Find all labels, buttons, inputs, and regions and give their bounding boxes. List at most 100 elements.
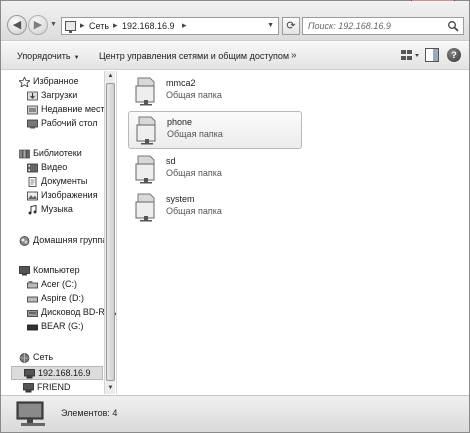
help-button[interactable]: ? bbox=[447, 48, 461, 62]
breadcrumb-separator[interactable]: ▸ bbox=[80, 20, 85, 31]
nav-item-video[interactable]: Видео bbox=[27, 161, 105, 175]
network-location-icon bbox=[65, 21, 76, 33]
nav-item-pictures[interactable]: Изображения bbox=[27, 189, 105, 203]
nav-item-label: Недавние места bbox=[41, 104, 110, 114]
nav-libraries[interactable]: Библиотеки bbox=[19, 147, 103, 161]
help-icon: ? bbox=[451, 50, 457, 60]
hard-drive-icon bbox=[27, 296, 38, 303]
nav-item-desktop[interactable]: Рабочий стол bbox=[27, 117, 105, 131]
desktop-icon bbox=[27, 119, 38, 129]
folder-type: Общая папка bbox=[167, 129, 223, 139]
music-icon bbox=[28, 205, 37, 215]
nav-item-label: Видео bbox=[41, 162, 68, 172]
shared-folder-icon bbox=[135, 77, 155, 106]
nav-item-label: Acer (C:) bbox=[41, 279, 77, 289]
recent-places-icon bbox=[27, 105, 38, 115]
libraries-icon bbox=[19, 149, 30, 159]
shared-folder-tile-selected[interactable]: phone Общая папка bbox=[128, 111, 302, 149]
nav-item-label: 192.168.16.9 bbox=[38, 368, 91, 378]
shared-folder-tile[interactable]: mmca2 Общая папка bbox=[128, 73, 302, 111]
more-commands-button[interactable]: » bbox=[291, 50, 297, 61]
breadcrumb-host[interactable]: 192.168.16.9 bbox=[122, 21, 175, 31]
nav-computer-label: Компьютер bbox=[33, 265, 80, 275]
nav-item-documents[interactable]: Документы bbox=[27, 175, 105, 189]
command-bar: Упорядочить ▼ Центр управления сетями и о… bbox=[1, 42, 469, 70]
breadcrumb-separator[interactable]: ▸ bbox=[182, 20, 187, 31]
removable-drive-icon bbox=[27, 324, 38, 331]
shared-folder-tile[interactable]: system Общая папка bbox=[128, 189, 302, 227]
nav-item-label: Aspire (D:) bbox=[41, 293, 85, 303]
refresh-button[interactable]: ⟳ bbox=[282, 17, 300, 35]
nav-libraries-label: Библиотеки bbox=[33, 148, 82, 158]
navigation-pane: Избранное Загрузки Недавние места Рабочи… bbox=[1, 71, 117, 394]
star-icon bbox=[19, 77, 30, 87]
address-bar[interactable]: ▸ Сеть ▸ 192.168.16.9 ▸ ▼ bbox=[61, 17, 279, 35]
scroll-up-button[interactable]: ▲ bbox=[105, 71, 116, 82]
pictures-icon bbox=[27, 191, 38, 201]
folder-name: phone bbox=[167, 117, 193, 127]
breadcrumb-separator[interactable]: ▸ bbox=[113, 20, 118, 31]
network-center-button[interactable]: Центр управления сетями и общим доступом bbox=[99, 51, 289, 61]
nav-item-drive-g[interactable]: BEAR (G:) bbox=[27, 320, 105, 334]
nav-scrollbar[interactable]: ▲ ▼ bbox=[104, 71, 115, 394]
nav-homegroup[interactable]: Домашняя группа bbox=[19, 234, 108, 248]
nav-item-label: BEAR (G:) bbox=[41, 321, 84, 331]
network-computer-icon bbox=[16, 401, 45, 426]
nav-item-label: Изображения bbox=[41, 190, 98, 200]
folder-type: Общая папка bbox=[166, 168, 222, 178]
recent-pages-dropdown[interactable]: ▼ bbox=[50, 21, 57, 28]
network-computer-icon bbox=[24, 369, 35, 379]
address-row: ◀ ▶ ▼ ▸ Сеть ▸ 192.168.16.9 ▸ ▼ ⟳ Поиск:… bbox=[1, 1, 469, 41]
explorer-window: ◀ ▶ ▼ ▸ Сеть ▸ 192.168.16.9 ▸ ▼ ⟳ Поиск:… bbox=[0, 0, 470, 433]
back-arrow-icon: ◀ bbox=[12, 19, 22, 31]
nav-item-downloads[interactable]: Загрузки bbox=[27, 89, 105, 103]
network-center-label: Центр управления сетями и общим доступом bbox=[99, 51, 290, 61]
nav-item-friend[interactable]: FRIEND bbox=[23, 381, 105, 394]
forward-arrow-icon: ▶ bbox=[33, 19, 43, 31]
breadcrumb-network[interactable]: Сеть bbox=[89, 21, 109, 31]
optical-drive-icon bbox=[27, 310, 38, 317]
shared-folder-icon bbox=[135, 155, 155, 184]
back-button[interactable]: ◀ bbox=[7, 15, 27, 35]
nav-item-label: FRIEND bbox=[37, 382, 71, 392]
nav-item-label: Документы bbox=[41, 176, 88, 186]
shared-folder-tile[interactable]: sd Общая папка bbox=[128, 151, 302, 189]
nav-favorites[interactable]: Избранное bbox=[19, 75, 103, 89]
folder-name: sd bbox=[166, 156, 176, 166]
nav-network-label: Сеть bbox=[33, 352, 54, 362]
nav-item-host-selected[interactable]: 192.168.16.9 bbox=[11, 366, 103, 380]
details-pane: Элементов: 4 bbox=[1, 395, 469, 432]
scroll-thumb[interactable] bbox=[106, 83, 115, 381]
nav-homegroup-label: Домашняя группа bbox=[33, 235, 108, 245]
video-icon bbox=[27, 163, 38, 173]
forward-button[interactable]: ▶ bbox=[28, 15, 48, 35]
change-view-button[interactable] bbox=[399, 47, 421, 64]
homegroup-icon bbox=[19, 236, 30, 246]
item-count-text: Элементов: 4 bbox=[61, 408, 118, 418]
nav-network[interactable]: Сеть bbox=[19, 351, 103, 365]
nav-item-music[interactable]: Музыка bbox=[27, 203, 105, 217]
computer-icon bbox=[19, 266, 30, 276]
organize-menu[interactable]: Упорядочить ▼ bbox=[17, 51, 80, 61]
nav-item-recent-places[interactable]: Недавние места bbox=[27, 103, 110, 117]
nav-item-bd-rom[interactable]: Дисковод BD-ROM bbox=[27, 306, 116, 320]
nav-computer[interactable]: Компьютер bbox=[19, 264, 103, 278]
folder-content-view: mmca2 Общая папка phone Общая папка sd О… bbox=[118, 71, 469, 394]
refresh-icon: ⟳ bbox=[286, 20, 296, 32]
address-history-dropdown[interactable]: ▼ bbox=[267, 22, 274, 29]
documents-icon bbox=[28, 177, 37, 187]
network-computer-icon bbox=[23, 383, 34, 393]
downloads-icon bbox=[27, 91, 38, 101]
folder-type: Общая папка bbox=[166, 90, 222, 100]
network-icon bbox=[19, 353, 30, 363]
search-input[interactable]: Поиск: 192.168.16.9 bbox=[302, 17, 464, 35]
shared-folder-icon bbox=[136, 116, 156, 145]
nav-item-drive-c[interactable]: Acer (C:) bbox=[27, 278, 105, 292]
search-placeholder: Поиск: 192.168.16.9 bbox=[308, 21, 391, 31]
scroll-down-button[interactable]: ▼ bbox=[105, 383, 116, 394]
search-icon bbox=[448, 21, 459, 32]
preview-pane-button[interactable] bbox=[425, 48, 439, 62]
nav-item-drive-d[interactable]: Aspire (D:) bbox=[27, 292, 105, 306]
folder-name: mmca2 bbox=[166, 78, 196, 88]
shared-folder-icon bbox=[135, 193, 155, 222]
